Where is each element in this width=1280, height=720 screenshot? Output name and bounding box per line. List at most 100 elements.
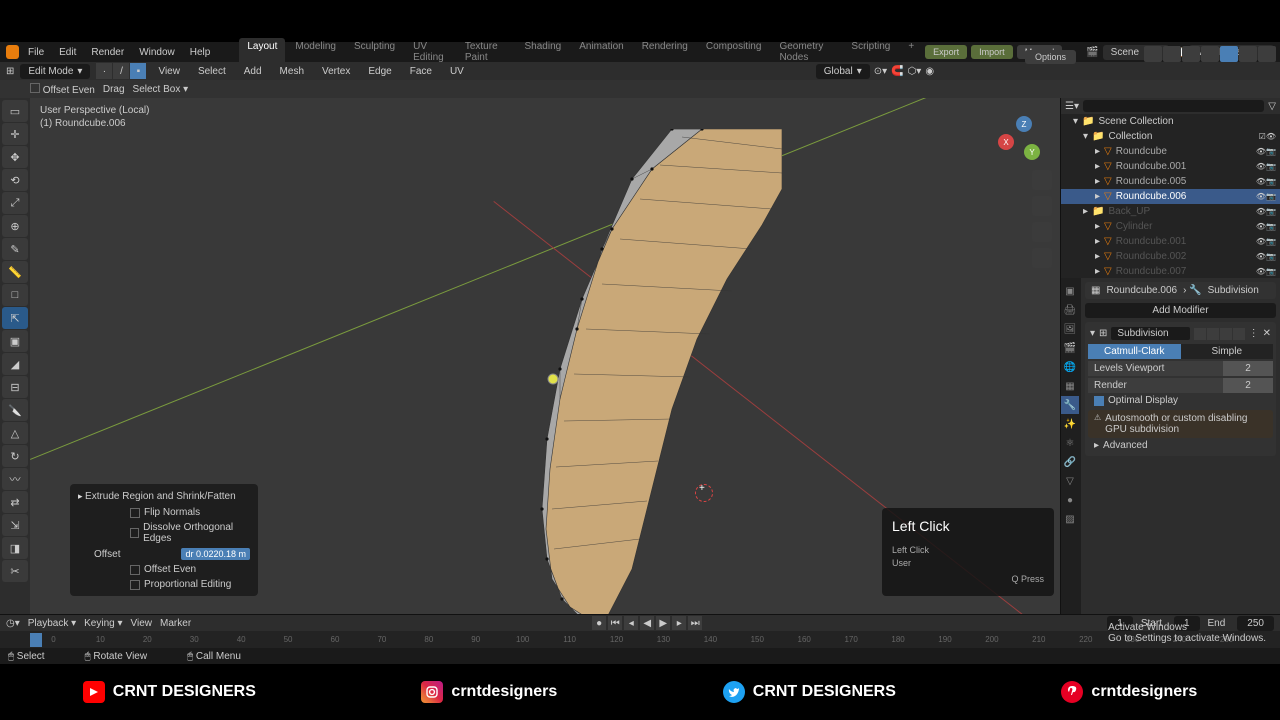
camera-icon[interactable] [1032, 222, 1052, 242]
mod-close-icon[interactable]: ✕ [1263, 328, 1271, 339]
tab-particles[interactable]: ✨ [1061, 415, 1079, 433]
mod-edit-icon[interactable] [1194, 328, 1206, 340]
tab-constraint[interactable]: 🔗 [1061, 453, 1079, 471]
pivot-icon[interactable]: ⊙▾ [874, 66, 887, 77]
catmull-tab[interactable]: Catmull-Clark [1088, 344, 1181, 359]
jump-end-icon[interactable]: ⏭ [688, 616, 702, 630]
slide-tool[interactable]: ⇄ [2, 491, 28, 513]
orientation-select[interactable]: Global ▾ [816, 64, 870, 79]
spin-tool[interactable]: ↻ [2, 445, 28, 467]
wire-icon[interactable] [1201, 46, 1219, 62]
axis-y-icon[interactable]: Y [1024, 144, 1040, 160]
add-modifier-button[interactable]: Add Modifier [1085, 303, 1276, 318]
bevel-tool[interactable]: ◢ [2, 353, 28, 375]
gizmo-vis-icon[interactable] [1144, 46, 1162, 62]
tl-playback[interactable]: Playback ▾ [28, 618, 76, 629]
levels-render-input[interactable]: 2 [1223, 378, 1273, 393]
options-dropdown[interactable]: Options [1025, 50, 1076, 64]
loopcut-tool[interactable]: ⊟ [2, 376, 28, 398]
outliner-item[interactable]: ▸▽ Roundcube.001👁📷 [1061, 234, 1280, 249]
xray-icon[interactable] [1182, 46, 1200, 62]
flip-check[interactable] [130, 508, 140, 518]
tl-marker[interactable]: Marker [160, 618, 191, 629]
3d-viewport[interactable]: User Perspective (Local) (1) Roundcube.0… [30, 98, 1060, 614]
edge-mode-icon[interactable]: / [113, 63, 129, 79]
vertex-mode-icon[interactable]: · [96, 63, 112, 79]
levels-viewport-input[interactable]: 2 [1223, 361, 1273, 376]
outliner-filter-icon[interactable]: ▽ [1268, 101, 1276, 112]
tab-physics[interactable]: ⚛ [1061, 434, 1079, 452]
scene-icon[interactable]: 🎬 [1086, 47, 1098, 58]
advanced-toggle[interactable]: ▸ Advanced [1088, 438, 1273, 453]
snap-type-icon[interactable]: ⬡▾ [908, 66, 922, 77]
end-frame[interactable]: 250 [1237, 616, 1274, 631]
em-face[interactable]: Face [404, 64, 438, 79]
menu-window[interactable]: Window [133, 45, 181, 60]
outliner-item[interactable]: ▸▽ Roundcube.006👁📷 [1061, 189, 1280, 204]
menu-file[interactable]: File [22, 45, 50, 60]
em-select[interactable]: Select [192, 64, 232, 79]
axis-x-icon[interactable]: X [998, 134, 1014, 150]
rip-tool[interactable]: ✂ [2, 560, 28, 582]
prev-key-icon[interactable]: ◂ [624, 616, 638, 630]
add-cube-tool[interactable]: □ [2, 284, 28, 306]
em-vertex[interactable]: Vertex [316, 64, 356, 79]
em-uv[interactable]: UV [444, 64, 470, 79]
outliner-type-icon[interactable]: ☰▾ [1065, 101, 1079, 112]
em-mesh[interactable]: Mesh [274, 64, 310, 79]
next-key-icon[interactable]: ▸ [672, 616, 686, 630]
inset-tool[interactable]: ▣ [2, 330, 28, 352]
tab-output[interactable]: 🖨 [1061, 301, 1079, 319]
dissolve-check[interactable] [130, 528, 139, 538]
tl-view[interactable]: View [131, 618, 153, 629]
play-rev-icon[interactable]: ◀ [640, 616, 654, 630]
mod-render-icon[interactable] [1233, 328, 1245, 340]
outliner-search[interactable] [1083, 100, 1264, 112]
tab-render[interactable]: ▣ [1061, 282, 1079, 300]
persp-icon[interactable] [1032, 248, 1052, 268]
outliner-item[interactable]: ▸▽ Roundcube👁📷 [1061, 144, 1280, 159]
transform-tool[interactable]: ⊕ [2, 215, 28, 237]
proportional-icon[interactable]: ◉ [925, 66, 934, 77]
outliner-item[interactable]: ▸▽ Roundcube.002👁📷 [1061, 249, 1280, 264]
face-mode-icon[interactable]: ▪ [130, 63, 146, 79]
move-view-icon[interactable] [1032, 196, 1052, 216]
out-collection[interactable]: ▾📁 Collection☑👁 [1061, 129, 1280, 144]
tl-type-icon[interactable]: ◷▾ [6, 618, 20, 629]
mod-menu-icon[interactable]: ⋮ [1249, 328, 1259, 339]
zoom-icon[interactable] [1032, 170, 1052, 190]
op-title[interactable]: ▸ Extrude Region and Shrink/Fatten [70, 488, 258, 505]
rendered-icon[interactable] [1258, 46, 1276, 62]
em-edge[interactable]: Edge [362, 64, 397, 79]
tl-keying[interactable]: Keying ▾ [84, 618, 122, 629]
autokey-icon[interactable]: ● [592, 616, 606, 630]
shrink-tool[interactable]: ⇲ [2, 514, 28, 536]
tab-mesh[interactable]: ▽ [1061, 472, 1079, 490]
annotate-tool[interactable]: ✎ [2, 238, 28, 260]
mod-real-icon[interactable] [1220, 328, 1232, 340]
operator-panel[interactable]: ▸ Extrude Region and Shrink/Fatten Flip … [70, 484, 258, 596]
solid-icon[interactable] [1220, 46, 1238, 62]
cursor-tool[interactable]: ✛ [2, 123, 28, 145]
rotate-tool[interactable]: ⟲ [2, 169, 28, 191]
outliner-item[interactable]: ▸▽ Roundcube.001👁📷 [1061, 159, 1280, 174]
measure-tool[interactable]: 📏 [2, 261, 28, 283]
prop-check[interactable] [130, 580, 140, 590]
outliner-item[interactable]: ▸📁 Back_UP👁📷 [1061, 204, 1280, 219]
blender-logo-icon[interactable] [6, 45, 19, 59]
tab-view[interactable]: 🖼 [1061, 320, 1079, 338]
timeline-track[interactable]: 0102030405060708090100110120130140150160… [0, 631, 1280, 648]
menu-edit[interactable]: Edit [53, 45, 82, 60]
mod-collapse-icon[interactable]: ▾ [1090, 328, 1095, 339]
menu-help[interactable]: Help [184, 45, 217, 60]
tab-world[interactable]: 🌐 [1061, 358, 1079, 376]
editor-type-icon[interactable]: ⊞ [6, 66, 14, 77]
menu-render[interactable]: Render [85, 45, 130, 60]
play-icon[interactable]: ▶ [656, 616, 670, 630]
shear-tool[interactable]: ◨ [2, 537, 28, 559]
knife-tool[interactable]: 🔪 [2, 399, 28, 421]
jump-start-icon[interactable]: ⏮ [608, 616, 622, 630]
em-view[interactable]: View [152, 64, 186, 79]
mod-name-field[interactable]: Subdivision [1111, 327, 1189, 340]
tab-scene[interactable]: 🎬 [1061, 339, 1079, 357]
